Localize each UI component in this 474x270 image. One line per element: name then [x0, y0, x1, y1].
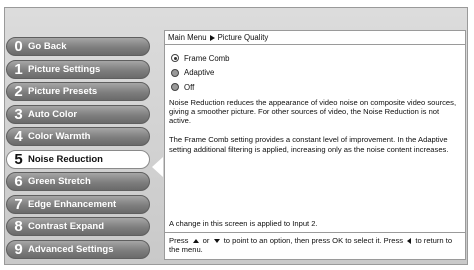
menu-item-label: Noise Reduction	[28, 153, 103, 165]
picture-quality-panel: Main Menu Picture Quality Frame Comb Ada…	[164, 30, 466, 260]
radio-selected-icon[interactable]	[171, 54, 179, 63]
menu-item-advanced-settings[interactable]: 9 Advanced Settings	[6, 239, 150, 259]
main-menu: 0 Go Back 1 Picture Settings 2 Picture P…	[6, 37, 150, 262]
menu-item-label: Picture Presets	[28, 86, 98, 97]
radio-unselected-icon[interactable]	[171, 83, 179, 92]
breadcrumb-root[interactable]: Main Menu	[168, 31, 207, 44]
option-off[interactable]: Off	[171, 80, 465, 95]
description-paragraph-2: The Frame Comb setting provides a consta…	[169, 135, 449, 154]
menu-item-contrast-expand[interactable]: 8 Contrast Expand	[6, 217, 150, 236]
help-text-2: to point to an option, then press OK to …	[223, 236, 404, 245]
selection-pointer-icon	[152, 157, 163, 177]
menu-item-number: 7	[14, 195, 23, 213]
breadcrumb: Main Menu Picture Quality	[165, 31, 465, 45]
help-footer: Press or to point to an option, then pre…	[165, 232, 465, 259]
up-arrow-icon	[192, 239, 199, 243]
breadcrumb-separator-icon	[209, 34, 215, 41]
menu-item-number: 2	[14, 83, 23, 100]
menu-item-label: Contrast Expand	[28, 221, 105, 232]
menu-item-color-warmth[interactable]: 4 Color Warmth	[6, 127, 150, 146]
option-adaptive[interactable]: Adaptive	[171, 66, 465, 81]
noise-reduction-options: Frame Comb Adaptive Off	[165, 45, 465, 95]
option-label: Adaptive	[184, 68, 215, 78]
menu-item-label: Green Stretch	[28, 176, 91, 187]
menu-item-number: 9	[14, 240, 23, 258]
menu-item-number: 0	[14, 38, 23, 55]
menu-item-number: 1	[14, 60, 23, 78]
menu-item-label: Auto Color	[28, 108, 78, 120]
menu-item-green-stretch[interactable]: 6 Green Stretch	[6, 172, 150, 191]
menu-item-number: 5	[14, 150, 23, 168]
option-label: Off	[184, 82, 195, 92]
help-text-or: or	[202, 236, 210, 245]
description-paragraph-1: Noise Reduction reduces the appearance o…	[169, 97, 457, 126]
left-arrow-icon	[407, 238, 412, 244]
down-arrow-icon	[213, 239, 220, 243]
menu-item-number: 4	[14, 128, 23, 145]
menu-item-label: Color Warmth	[28, 131, 91, 142]
menu-item-label: Go Back	[28, 41, 67, 52]
input-notice: A change in this screen is applied to In…	[169, 219, 318, 228]
menu-item-number: 3	[14, 105, 23, 123]
help-text-1: Press	[169, 236, 189, 245]
menu-item-number: 6	[14, 173, 23, 190]
menu-item-auto-color[interactable]: 3 Auto Color	[6, 104, 150, 124]
menu-item-picture-presets[interactable]: 2 Picture Presets	[6, 82, 150, 101]
menu-item-label: Picture Settings	[28, 63, 101, 75]
option-label: Frame Comb	[184, 53, 230, 63]
menu-item-label: Edge Enhancement	[28, 198, 117, 210]
menu-item-label: Advanced Settings	[28, 243, 114, 255]
menu-item-noise-reduction[interactable]: 5 Noise Reduction	[6, 149, 150, 169]
menu-item-number: 8	[14, 218, 23, 235]
description: Noise Reduction reduces the appearance o…	[165, 95, 465, 154]
menu-item-edge-enhancement[interactable]: 7 Edge Enhancement	[6, 194, 150, 214]
breadcrumb-current: Picture Quality	[217, 33, 269, 42]
menu-item-picture-settings[interactable]: 1 Picture Settings	[6, 59, 150, 79]
radio-unselected-icon[interactable]	[171, 68, 179, 77]
option-frame-comb[interactable]: Frame Comb	[171, 51, 465, 66]
menu-item-go-back[interactable]: 0 Go Back	[6, 37, 150, 56]
